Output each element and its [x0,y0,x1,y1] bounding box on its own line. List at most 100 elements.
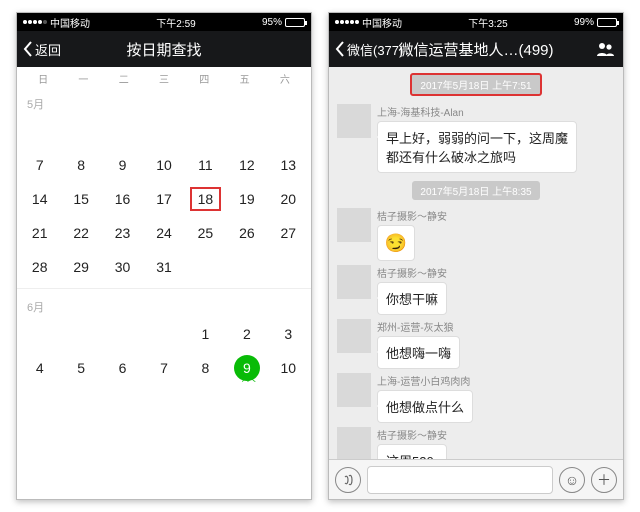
message-bubble[interactable]: 他想做点什么 [377,390,473,423]
back-label: 微信(377) [347,40,403,59]
calendar-day [60,114,101,148]
timestamp-chip: 2017年5月18日 上午7:51 [410,73,541,96]
calendar-day [185,250,226,284]
calendar-day[interactable]: 20 [268,182,309,216]
chat-message: 上海-运营小白鸡肉肉他想做点什么 [329,371,623,425]
battery-label: 99% [574,17,594,28]
calendar-day [102,114,143,148]
sender-label: 桔子摄影～静安 [377,208,447,223]
calendar-day[interactable]: 9 [102,148,143,182]
calendar-day[interactable]: 17 [143,182,184,216]
weekday-cell: 一 [63,71,103,86]
calendar-day[interactable]: 26 [226,216,267,250]
calendar-day[interactable]: 19 [226,182,267,216]
avatar[interactable] [337,104,371,138]
phone-chat: 中国移动 下午3:25 99% 微信(377) 微信运营基地人…(499) 20… [328,12,624,500]
chevron-left-icon [23,41,33,57]
plus-icon[interactable]: ＋ [591,467,617,493]
weekday-cell: 二 [104,71,144,86]
back-button[interactable]: 返回 [23,40,61,59]
weekday-cell: 日 [23,71,63,86]
status-bar: 中国移动 下午3:25 99% [329,13,623,31]
weekday-cell: 六 [265,71,305,86]
calendar-day[interactable]: 29 [60,250,101,284]
calendar-day[interactable]: 31 [143,250,184,284]
chat-input-bar: ☺ ＋ [329,459,623,499]
calendar-day[interactable]: 25 [185,216,226,250]
status-bar: 中国移动 下午2:59 95% [17,13,311,31]
message-bubble[interactable]: 他想嗨一嗨 [377,336,460,369]
nav-bar: 返回 按日期查找 [17,31,311,67]
calendar-day[interactable]: 23 [102,216,143,250]
calendar-day[interactable]: 22 [60,216,101,250]
avatar[interactable] [337,373,371,407]
status-time: 下午2:59 [156,15,195,30]
battery-icon [285,18,305,27]
calendar-day[interactable]: 2 [226,317,267,351]
calendar-day[interactable]: 4 [19,351,60,385]
calendar-day[interactable]: 9今天 [226,351,267,385]
calendar-day[interactable]: 1 [185,317,226,351]
weekday-header: 日一二三四五六 [17,67,311,90]
calendar-day[interactable]: 12 [226,148,267,182]
sender-label: 郑州-运营-灰太狼 [377,319,460,334]
message-bubble[interactable]: 你想干嘛 [377,282,447,315]
calendar-day[interactable]: 3 [268,317,309,351]
chat-message: 桔子摄影～静安你想干嘛 [329,263,623,317]
calendar-day[interactable]: 15 [60,182,101,216]
message-input[interactable] [367,466,553,494]
back-label: 返回 [35,40,61,59]
sender-label: 桔子摄影～静安 [377,427,447,442]
month-label: 5月 [17,90,311,114]
voice-icon[interactable] [335,467,361,493]
calendar-day[interactable]: 24 [143,216,184,250]
weekday-cell: 四 [184,71,224,86]
calendar-day[interactable]: 7 [19,148,60,182]
timestamp-chip: 2017年5月18日 上午8:35 [412,181,539,200]
message-bubble[interactable]: 早上好，弱弱的问一下，这周魔都还有什么破冰之旅吗 [377,121,577,173]
battery-label: 95% [262,17,282,28]
sender-label: 上海-海基科技-Alan [377,104,577,119]
calendar-day[interactable]: 27 [268,216,309,250]
calendar-day [19,317,60,351]
calendar-day[interactable]: 5 [60,351,101,385]
calendar-day [226,114,267,148]
back-button[interactable]: 微信(377) [335,40,403,59]
calendar-day[interactable]: 30 [102,250,143,284]
calendar-day[interactable]: 8 [185,351,226,385]
calendar-day[interactable]: 16 [102,182,143,216]
weekday-cell: 五 [224,71,264,86]
emoji-icon[interactable]: ☺ [559,467,585,493]
group-icon[interactable] [595,39,615,59]
calendar-day [143,114,184,148]
calendar-day [19,114,60,148]
phone-calendar: 中国移动 下午2:59 95% 返回 按日期查找 日一二三四五六 5月 7891… [16,12,312,500]
avatar[interactable] [337,427,371,461]
sender-label: 上海-运营小白鸡肉肉 [377,373,473,388]
calendar-day[interactable]: 21 [19,216,60,250]
calendar-day[interactable]: 28 [19,250,60,284]
calendar-day[interactable]: 10 [143,148,184,182]
calendar-day[interactable]: 18 [185,182,226,216]
calendar-day[interactable]: 14 [19,182,60,216]
calendar-june[interactable]: 123 456789今天10 [17,317,311,385]
calendar-day[interactable]: 8 [60,148,101,182]
avatar[interactable] [337,265,371,299]
weekday-cell: 三 [144,71,184,86]
calendar-may[interactable]: 78910111213 14151617181920 21222324252627 2… [17,114,311,284]
avatar[interactable] [337,319,371,353]
chevron-left-icon [335,41,345,57]
sticker-bubble[interactable]: 😏 [377,225,415,261]
calendar-day[interactable]: 10 [268,351,309,385]
chat-body[interactable]: 2017年5月18日 上午7:51 上海-海基科技-Alan 早上好，弱弱的问一下… [329,67,623,500]
carrier-label: 中国移动 [362,15,402,30]
calendar-day[interactable]: 7 [143,351,184,385]
calendar-day[interactable]: 13 [268,148,309,182]
calendar-day [60,317,101,351]
calendar-day [143,317,184,351]
calendar-day [268,250,309,284]
calendar-day [226,250,267,284]
avatar[interactable] [337,208,371,242]
calendar-day[interactable]: 6 [102,351,143,385]
calendar-day[interactable]: 11 [185,148,226,182]
